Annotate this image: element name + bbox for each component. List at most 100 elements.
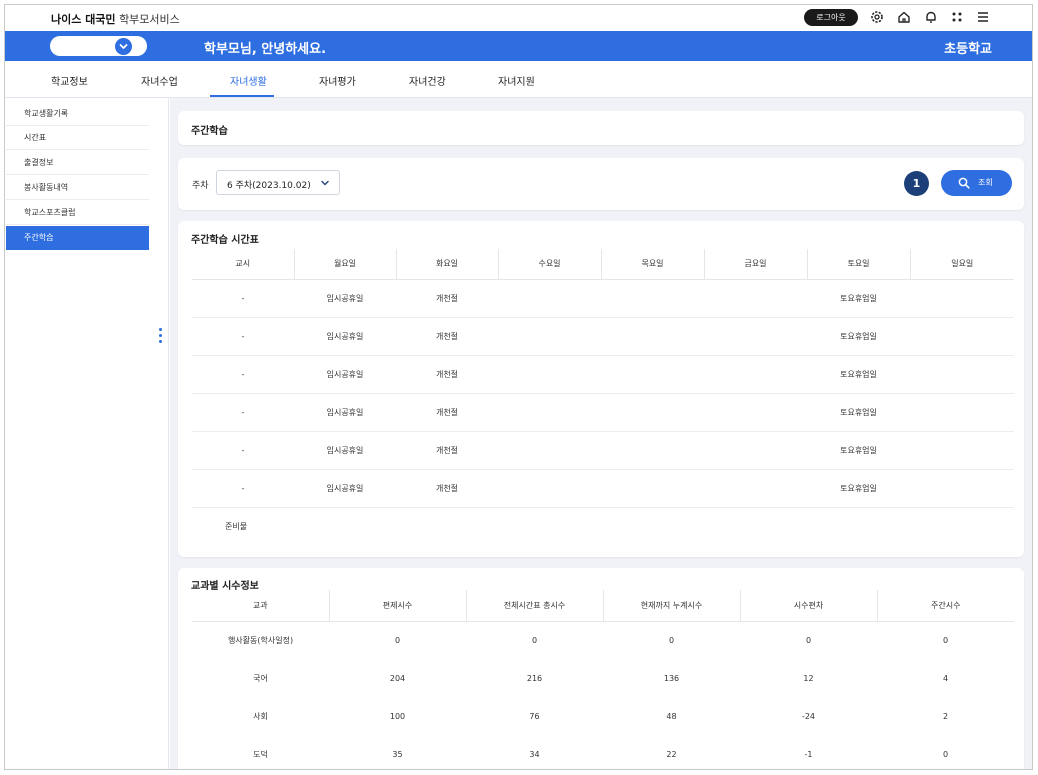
menu-child-evaluation[interactable]: 자녀평가 — [319, 73, 356, 88]
week-label: 주차 — [192, 181, 209, 191]
table-row: - 임시공휴일 개천절 토요휴업일 — [192, 469, 1014, 508]
timetable-header-row: 교시 월요일 화요일 수요일 목요일 금요일 토요일 일요일 — [192, 249, 1014, 280]
sidebar-item-sports-club[interactable]: 학교스포츠클럽 — [6, 201, 149, 225]
table-cell: 204 — [389, 673, 406, 683]
subject-hours-table: 교과 편제시수 전체시간표 총시수 현재까지 누계시수 시수편차 주간시수 행사… — [192, 590, 1014, 769]
table-cell: - — [192, 393, 294, 432]
table-cell: -24 — [801, 711, 816, 721]
column-header: 화요일 — [396, 249, 499, 280]
bell-icon[interactable] — [923, 9, 939, 25]
table-cell — [498, 393, 601, 432]
table-cell — [704, 431, 807, 470]
table-cell: 136 — [663, 673, 680, 683]
home-icon[interactable] — [896, 9, 912, 25]
weekly-timetable-card: 주간학습 시간표 교시 월요일 화요일 수요일 목요일 금요일 토요일 일요일 … — [178, 221, 1024, 557]
week-select[interactable]: 6 주차(2023.10.02) — [216, 170, 340, 195]
prep-label: 준비물 — [225, 521, 248, 531]
column-header: 교시 — [192, 249, 295, 280]
column-header: 금요일 — [704, 249, 808, 280]
step-badge: 1 — [904, 171, 929, 196]
menu-icon[interactable] — [975, 9, 991, 25]
table-row: 도덕 35 34 22 -1 0 — [192, 735, 1014, 769]
chevron-down-icon — [321, 180, 329, 186]
gear-icon[interactable] — [869, 9, 885, 25]
table-cell — [910, 431, 1014, 470]
table-cell: - — [192, 317, 294, 356]
table-cell: 개천절 — [396, 317, 498, 356]
table-cell: 토요휴업일 — [807, 317, 910, 356]
table-cell: -1 — [804, 749, 813, 759]
table-cell: 행사활동(학사일정) — [227, 635, 294, 645]
table-row: 국어 204 216 136 12 4 — [192, 659, 1014, 697]
search-panel: 주차 6 주차(2023.10.02) 1 조회 — [178, 158, 1024, 210]
table-cell: 개천절 — [396, 431, 498, 470]
table-cell — [910, 279, 1014, 318]
chevron-down-icon[interactable] — [115, 38, 132, 55]
table-cell: 임시공휴일 — [294, 355, 396, 394]
table-cell: 4 — [942, 673, 949, 683]
table-cell: 0 — [805, 635, 812, 645]
menu-child-class[interactable]: 자녀수업 — [141, 73, 178, 88]
table-cell: - — [192, 469, 294, 508]
column-header: 전체시간표 총시수 — [466, 590, 604, 622]
table-cell — [498, 279, 601, 318]
weekly-timetable: 교시 월요일 화요일 수요일 목요일 금요일 토요일 일요일 - 임시공휴일 개 — [192, 249, 1014, 545]
search-button-label: 조회 — [978, 178, 993, 187]
table-row: 사회 100 76 48 -24 2 — [192, 697, 1014, 735]
column-header: 시수편차 — [740, 590, 878, 622]
sidebar-item-weekly-study[interactable]: 주간학습 — [6, 226, 149, 250]
table-cell: - — [192, 279, 294, 318]
table-cell — [910, 317, 1014, 356]
table-cell: 임시공휴일 — [294, 431, 396, 470]
table-cell — [704, 355, 807, 394]
greeting-banner: 학부모님, 안녕하세요. 초등학교 — [5, 31, 1032, 61]
menu-child-support[interactable]: 자녀지원 — [498, 73, 535, 88]
table-cell: 0 — [942, 749, 949, 759]
table-cell — [704, 317, 807, 356]
table-cell: 100 — [389, 711, 406, 721]
child-select[interactable] — [50, 36, 147, 56]
column-header: 목요일 — [601, 249, 705, 280]
menu-child-health[interactable]: 자녀건강 — [409, 73, 446, 88]
app-window: 나이스 대국민 학부모서비스 로그아웃 학부모님, 안녕하세요. 초등학교 학교… — [4, 4, 1033, 770]
table-cell: 사회 — [253, 711, 268, 721]
table-cell: 토요휴업일 — [807, 279, 910, 318]
brand-rest: 학부모서비스 — [119, 13, 180, 26]
menu-child-life[interactable]: 자녀생활 — [230, 73, 267, 88]
main-menu: 학교정보 자녀수업 자녀생활 자녀평가 자녀건강 자녀지원 — [5, 61, 1032, 98]
table-cell: - — [192, 431, 294, 470]
table-cell: 0 — [394, 635, 401, 645]
search-button[interactable]: 조회 — [941, 170, 1012, 196]
table-cell: 개천절 — [396, 393, 498, 432]
table-cell: 0 — [942, 635, 949, 645]
sidebar-item-volunteer[interactable]: 봉사활동내역 — [6, 176, 149, 200]
menu-school-info[interactable]: 학교정보 — [51, 73, 88, 88]
page-title: 주간학습 — [191, 126, 228, 137]
table-cell: 토요휴업일 — [807, 431, 910, 470]
subject-hours-card: 교과별 시수정보 교과 편제시수 전체시간표 총시수 현재까지 누계시수 시수편… — [178, 568, 1024, 769]
week-value: 6 주차(2023.10.02) — [227, 181, 311, 191]
sidebar-item-attendance[interactable]: 출결정보 — [6, 151, 149, 175]
table-cell — [601, 431, 704, 470]
column-header: 일요일 — [910, 249, 1014, 280]
table-cell — [601, 469, 704, 508]
table-cell: 개천절 — [396, 279, 498, 318]
logout-button[interactable]: 로그아웃 — [804, 9, 858, 26]
table-cell — [601, 317, 704, 356]
table-cell — [601, 393, 704, 432]
sidebar-item-timetable[interactable]: 시간표 — [6, 126, 149, 150]
active-menu-underline — [210, 95, 274, 97]
column-header: 현재까지 누계시수 — [603, 590, 741, 622]
table-cell — [704, 393, 807, 432]
sidebar-item-school-record[interactable]: 학교생활기록 — [6, 102, 149, 126]
table-cell: 임시공휴일 — [294, 393, 396, 432]
brand-logo[interactable]: 나이스 대국민 학부모서비스 — [51, 11, 180, 27]
sidebar-resize-handle[interactable] — [159, 328, 163, 346]
table-cell: 개천절 — [396, 355, 498, 394]
table-cell: - — [192, 355, 294, 394]
apps-icon[interactable] — [949, 9, 965, 25]
table-cell: 34 — [529, 749, 540, 759]
column-header: 월요일 — [294, 249, 397, 280]
table-cell — [498, 317, 601, 356]
table-cell — [601, 355, 704, 394]
